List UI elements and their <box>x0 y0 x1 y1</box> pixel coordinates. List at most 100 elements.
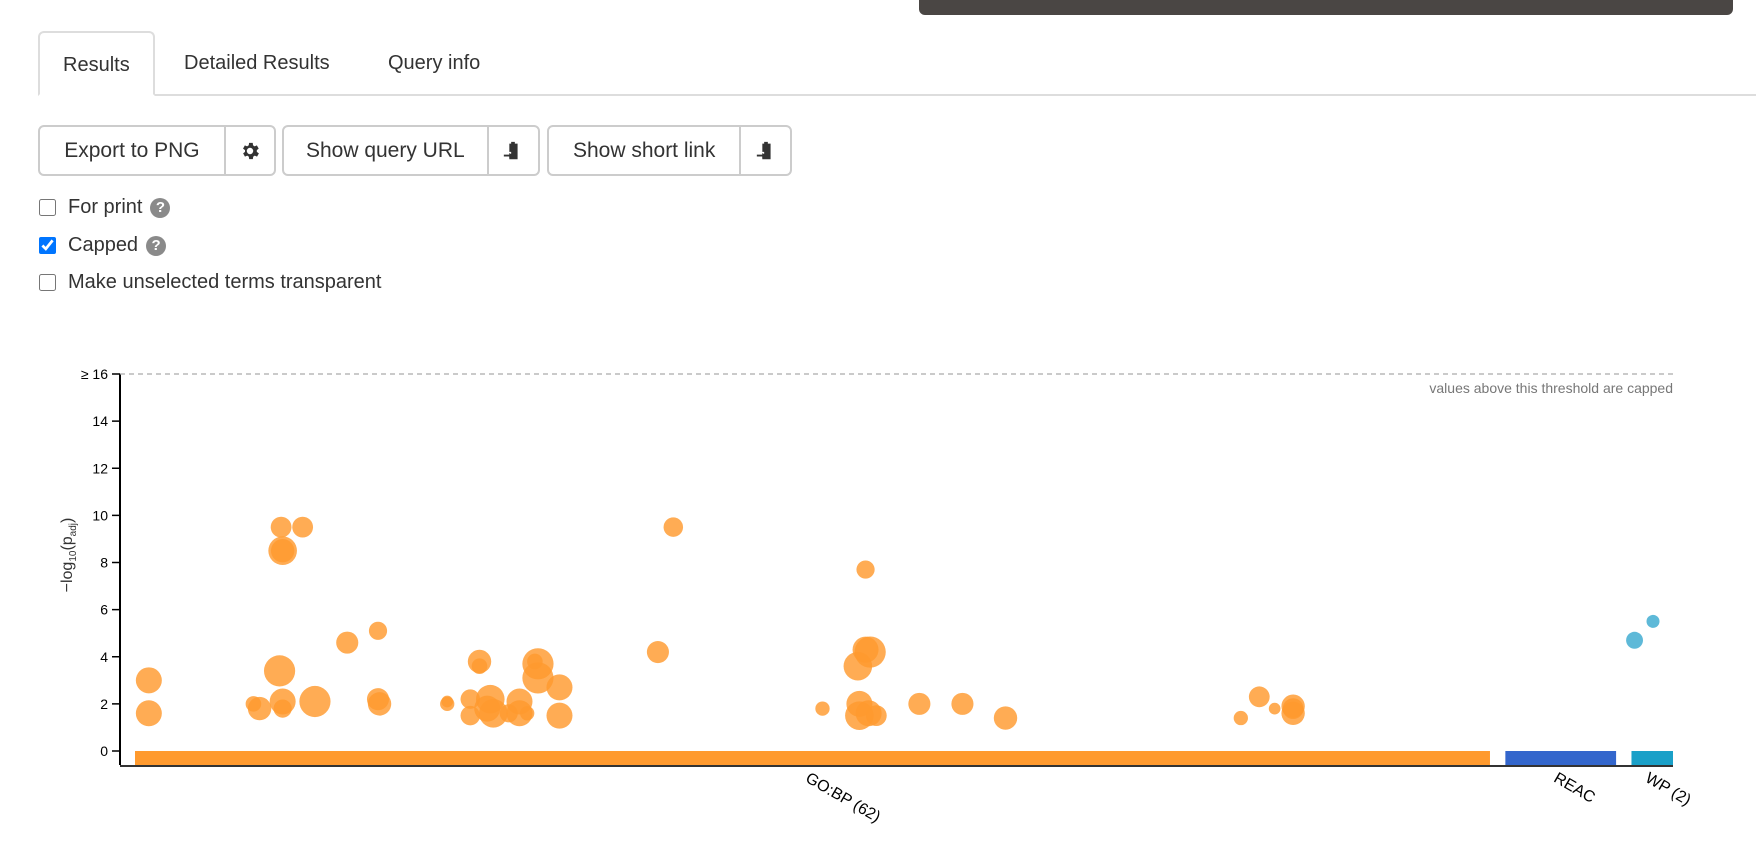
help-icon[interactable]: ? <box>150 197 171 218</box>
data-point-go-bp[interactable] <box>854 636 886 668</box>
data-point-go-bp[interactable] <box>336 631 359 654</box>
export-button-group: Export to PNG <box>38 125 276 176</box>
x-label-wp: WP (2) <box>1642 770 1693 809</box>
data-point-go-bp[interactable] <box>865 705 887 727</box>
data-point-go-bp[interactable] <box>269 688 296 715</box>
data-point-go-bp[interactable] <box>908 692 931 715</box>
show-short-link-button[interactable]: Show short link <box>549 127 739 174</box>
data-point-go-bp[interactable] <box>852 636 879 663</box>
data-point-go-bp[interactable] <box>460 705 481 726</box>
copy-query-url-button[interactable] <box>486 127 538 174</box>
clipboard-icon <box>756 141 771 159</box>
data-point-go-bp[interactable] <box>135 667 162 694</box>
source-bar-wp[interactable] <box>1631 751 1673 767</box>
capped-option[interactable]: Capped ? <box>38 234 167 257</box>
x-label-reac: REAC <box>1551 770 1598 807</box>
y-axis: 0 2 4 6 8 10 12 14 ≥ 16 <box>81 366 121 765</box>
for-print-checkbox[interactable] <box>39 199 56 216</box>
data-point-go-bp[interactable] <box>268 536 297 566</box>
for-print-option[interactable]: For print ? <box>38 196 171 219</box>
data-point-go-bp[interactable] <box>522 662 554 694</box>
data-point-go-bp[interactable] <box>951 692 974 715</box>
data-point-go-bp[interactable] <box>467 649 492 674</box>
data-point-go-bp[interactable] <box>993 706 1018 730</box>
data-point-go-bp[interactable] <box>506 688 533 715</box>
source-bar-go-bp[interactable] <box>135 751 1490 767</box>
data-point-go-bp[interactable] <box>522 648 554 680</box>
y-axis-label: −log10(padj) <box>59 518 79 593</box>
x-label-go-bp: GO:BP (62) <box>802 770 883 826</box>
source-bar-reac[interactable] <box>1505 751 1617 767</box>
data-point-go-bp[interactable] <box>1282 698 1304 719</box>
data-point-go-bp[interactable] <box>845 701 874 730</box>
show-query-url-button[interactable]: Show query URL <box>284 127 487 174</box>
x-axis-labels: GO:BP (62) REAC WP (2) <box>802 770 1693 826</box>
data-point-go-bp[interactable] <box>471 658 488 674</box>
data-point-go-bp[interactable] <box>441 695 454 708</box>
data-point-go-bp[interactable] <box>366 688 390 711</box>
data-point-go-bp[interactable] <box>663 517 684 537</box>
capped-label: Capped <box>68 234 139 256</box>
y-tick-label: 8 <box>100 555 108 571</box>
y-tick-label: 12 <box>92 460 108 476</box>
data-point-go-bp[interactable] <box>273 699 292 718</box>
data-point-go-bp[interactable] <box>475 684 505 714</box>
y-tick-label: 14 <box>92 413 108 429</box>
data-points <box>135 516 1660 730</box>
data-point-go-bp[interactable] <box>1281 694 1305 718</box>
data-point-go-bp[interactable] <box>292 516 314 538</box>
data-point-go-bp[interactable] <box>855 700 882 727</box>
y-axis-label-main: −log <box>59 562 76 593</box>
data-point-go-bp[interactable] <box>245 696 262 712</box>
data-point-go-bp[interactable] <box>270 539 295 563</box>
export-settings-button[interactable] <box>223 127 274 174</box>
data-point-wp[interactable] <box>1626 631 1644 649</box>
tab-query-info[interactable]: Query info <box>365 31 503 93</box>
data-point-go-bp[interactable] <box>1233 710 1248 726</box>
data-point-go-bp[interactable] <box>520 706 535 721</box>
y-tick-label: 6 <box>100 602 108 618</box>
tab-results[interactable]: Results <box>38 31 155 96</box>
data-point-go-bp[interactable] <box>646 640 669 664</box>
capped-checkbox[interactable] <box>39 237 56 254</box>
export-to-png-button[interactable]: Export to PNG <box>40 127 224 174</box>
tab-detailed-results[interactable]: Detailed Results <box>161 31 353 93</box>
transparent-label: Make unselected terms transparent <box>68 271 382 293</box>
data-point-go-bp[interactable] <box>263 655 296 687</box>
data-point-go-bp[interactable] <box>815 701 830 716</box>
data-point-wp[interactable] <box>1646 614 1660 628</box>
transparent-checkbox[interactable] <box>39 274 56 291</box>
data-point-go-bp[interactable] <box>367 692 392 716</box>
data-point-go-bp[interactable] <box>856 560 875 579</box>
data-point-go-bp[interactable] <box>846 690 873 717</box>
data-point-go-bp[interactable] <box>270 516 292 538</box>
data-point-go-bp[interactable] <box>440 696 455 712</box>
transparent-option[interactable]: Make unselected terms transparent <box>38 271 382 294</box>
data-point-go-bp[interactable] <box>460 689 481 709</box>
data-point-go-bp[interactable] <box>499 704 518 723</box>
y-tick-label: 10 <box>92 507 108 523</box>
top-dark-panel <box>919 0 1733 15</box>
data-point-go-bp[interactable] <box>247 696 272 721</box>
y-tick-label: ≥ 16 <box>81 366 108 382</box>
y-axis-label-paren: (p <box>59 536 76 550</box>
data-point-go-bp[interactable] <box>546 702 573 729</box>
data-point-go-bp[interactable] <box>479 699 508 728</box>
copy-short-link-button[interactable] <box>739 127 790 174</box>
help-icon[interactable]: ? <box>146 235 167 256</box>
y-axis-label-sub: 10 <box>68 550 79 562</box>
data-point-go-bp[interactable] <box>546 674 573 701</box>
data-point-go-bp[interactable] <box>135 700 162 727</box>
y-tick-label: 0 <box>100 743 108 759</box>
data-point-go-bp[interactable] <box>1248 686 1270 708</box>
data-point-go-bp[interactable] <box>1268 702 1281 715</box>
data-point-go-bp[interactable] <box>527 653 543 670</box>
data-point-go-bp[interactable] <box>474 695 501 722</box>
query-url-button-group: Show query URL <box>282 125 540 176</box>
y-axis-label-sub2: adj <box>68 523 79 536</box>
data-point-go-bp[interactable] <box>368 621 388 640</box>
data-point-go-bp[interactable] <box>1281 701 1305 725</box>
data-point-go-bp[interactable] <box>299 685 331 718</box>
data-point-go-bp[interactable] <box>843 651 873 681</box>
data-point-go-bp[interactable] <box>506 700 533 727</box>
